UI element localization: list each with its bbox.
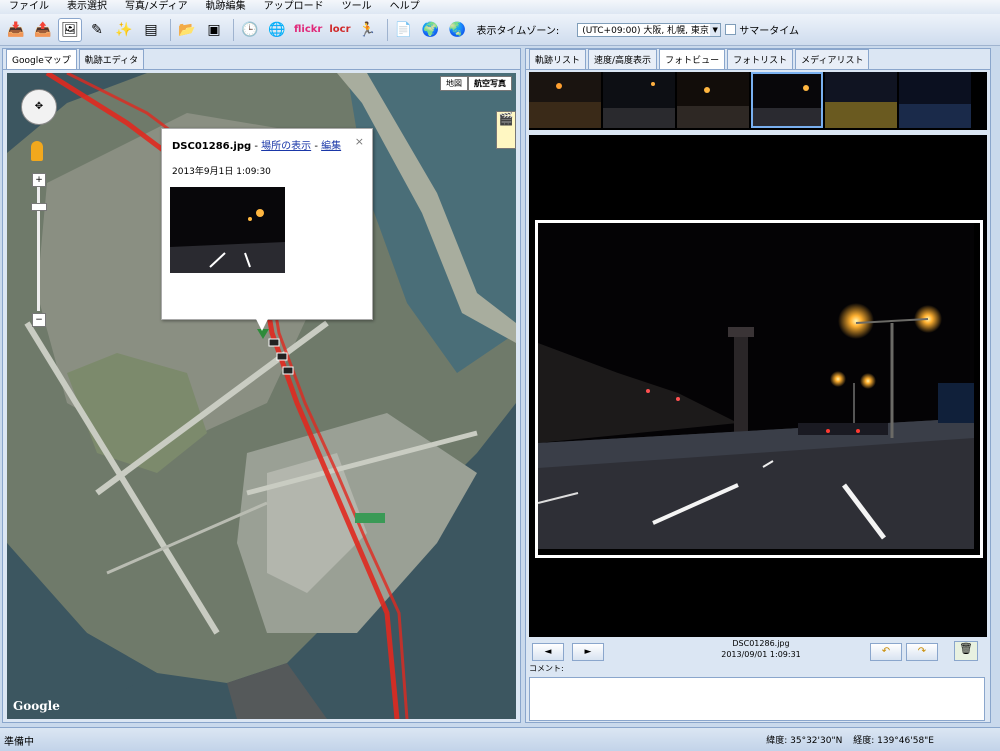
tab-media-list[interactable]: メディアリスト — [795, 49, 870, 69]
edit-icon[interactable]: ✎ — [85, 18, 109, 42]
latitude-readout: 緯度: 35°32'30"N — [766, 736, 843, 746]
photo-icon[interactable]: 🖼 — [58, 17, 82, 42]
timezone-value: (UTC+09:00) 大阪, 札幌, 東京 — [582, 25, 709, 36]
menu-bar: ファイル 表示選択 写真/メディア 軌跡編集 アップロード ツール ヘルプ — [0, 0, 1000, 14]
popup-title: DSC01286.jpg - 場所の表示 - 編集 — [172, 137, 341, 152]
night-road-thumbnail — [170, 187, 285, 273]
street-view-pegman-icon[interactable] — [31, 141, 43, 161]
menu-item[interactable]: 軌跡編集 — [197, 0, 255, 14]
rotate-right-icon[interactable]: ↷ — [906, 643, 938, 661]
tab-photo-list[interactable]: フォトリスト — [727, 49, 794, 69]
photo-filmstrip — [529, 72, 987, 130]
filmstrip-thumbnail[interactable] — [677, 72, 749, 128]
filmstrip-thumbnail[interactable] — [529, 72, 601, 128]
status-bar: 準備中 緯度: 35°32'30"N 経度: 139°46'58"E — [0, 727, 1000, 751]
comment-label: コメント: — [529, 664, 564, 673]
tab-track-editor[interactable]: 軌跡エディタ — [78, 49, 145, 69]
photo-datetime: 2013/09/01 1:09:31 — [721, 650, 801, 659]
tab-google-map[interactable]: Googleマップ — [6, 49, 77, 69]
summer-time-checkbox[interactable] — [725, 24, 737, 35]
toolbar-separator — [386, 18, 388, 41]
night-road-photo — [538, 223, 974, 549]
filmstrip-thumbnail-selected[interactable] — [751, 72, 823, 128]
rotate-left-icon[interactable]: ↶ — [870, 643, 902, 661]
image-icon[interactable]: ▣ — [202, 18, 226, 42]
map-panel: Googleマップ 軌跡エディタ 地図 航空写真 ✥ + − 🎬 Google … — [2, 48, 521, 723]
edit-link[interactable]: 編集 — [321, 141, 341, 152]
document-icon[interactable]: 📄 — [392, 18, 416, 42]
comment-input[interactable] — [529, 677, 985, 721]
google-earth-icon[interactable]: 🌍 — [419, 18, 443, 42]
wand-icon[interactable]: ✨ — [112, 18, 136, 42]
popup-photo-thumbnail[interactable] — [170, 187, 285, 273]
toolbar: 📥 📤 🖼 ✎ ✨ ▤ 📂 ▣ 🕒 🌐 flickr locr 🏃 📄 🌍 🌏 … — [0, 14, 1000, 46]
longitude-readout: 経度: 139°46'58"E — [853, 736, 934, 746]
menu-item[interactable]: ヘルプ — [381, 0, 429, 14]
chevron-down-icon[interactable]: ▼ — [710, 23, 721, 36]
right-tabs: 軌跡リスト 速度/高度表示 フォトビュー フォトリスト メディアリスト — [526, 49, 990, 70]
folder-icon[interactable]: 📂 — [175, 18, 199, 42]
popup-filename: DSC01286.jpg — [172, 141, 252, 152]
tab-photo-view[interactable]: フォトビュー — [659, 49, 726, 69]
globe-icon[interactable]: 🌐 — [265, 18, 289, 42]
status-text: 準備中 — [4, 737, 34, 748]
menu-item[interactable]: アップロード — [255, 0, 333, 14]
popup-date: 2013年9月1日 1:09:30 — [172, 167, 271, 177]
photo-panel: 軌跡リスト 速度/高度表示 フォトビュー フォトリスト メディアリスト ◄ ► … — [525, 48, 991, 723]
zoom-in-button[interactable]: + — [32, 173, 46, 187]
flickr-button[interactable]: flickr — [292, 18, 324, 42]
locr-button[interactable]: locr — [327, 18, 352, 42]
photo-display[interactable] — [535, 220, 983, 558]
photo-viewer[interactable] — [529, 135, 987, 637]
map-type-satellite-button[interactable]: 航空写真 — [468, 76, 512, 91]
menu-item[interactable]: 表示選択 — [58, 0, 116, 14]
trash-icon[interactable]: 🗑 — [954, 641, 978, 661]
runner-icon[interactable]: 🏃 — [356, 18, 380, 42]
close-icon[interactable]: × — [355, 135, 364, 148]
timezone-select[interactable]: (UTC+09:00) 大阪, 札幌, 東京 ▼ — [577, 22, 722, 37]
satellite-map[interactable]: 地図 航空写真 ✥ + − 🎬 Google DSC01286.jpg - 場所… — [7, 73, 516, 719]
previous-photo-button[interactable]: ◄ — [532, 643, 564, 661]
menu-item[interactable]: ツール — [333, 0, 381, 14]
filmstrip-thumbnail[interactable] — [899, 72, 971, 128]
filmstrip-thumbnail[interactable] — [603, 72, 675, 128]
toolbar-separator — [170, 18, 171, 41]
next-photo-button[interactable]: ► — [572, 643, 604, 661]
map-type-map-button[interactable]: 地図 — [440, 76, 468, 91]
import-icon[interactable]: 📥 — [4, 18, 28, 42]
clock-icon[interactable]: 🕒 — [238, 18, 262, 42]
earth-icon[interactable]: 🌏 — [446, 18, 470, 42]
google-logo: Google — [13, 699, 60, 713]
popup-pointer — [256, 319, 268, 331]
map-type-switch: 地図 航空写真 — [440, 76, 512, 91]
placemark-flag-icon[interactable]: 🎬 — [496, 111, 516, 149]
layers-icon[interactable]: ▤ — [139, 18, 163, 42]
menu-item[interactable]: 写真/メディア — [116, 0, 197, 14]
left-tabs: Googleマップ 軌跡エディタ — [3, 49, 520, 70]
pan-control-icon[interactable]: ✥ — [21, 89, 57, 125]
coordinates-readout: 緯度: 35°32'30"N 経度: 139°46'58"E — [758, 733, 934, 746]
filmstrip-thumbnail[interactable] — [825, 72, 897, 128]
popup-separator: - — [251, 141, 262, 152]
export-icon[interactable]: 📤 — [31, 18, 55, 42]
timezone-label: 表示タイムゾーン: — [476, 26, 560, 37]
show-location-link[interactable]: 場所の表示 — [261, 141, 311, 152]
photo-filename: DSC01286.jpg — [732, 639, 790, 648]
toolbar-separator — [233, 18, 234, 41]
menu-item[interactable]: ファイル — [0, 0, 58, 14]
summer-time-label: サマータイム — [739, 26, 800, 37]
zoom-out-button[interactable]: − — [32, 313, 46, 327]
popup-separator: - — [311, 141, 322, 152]
tab-speed-altitude[interactable]: 速度/高度表示 — [588, 49, 658, 69]
tab-track-list[interactable]: 軌跡リスト — [529, 49, 587, 69]
zoom-slider-handle[interactable] — [31, 203, 47, 211]
photo-info-popup: DSC01286.jpg - 場所の表示 - 編集 × 2013年9月1日 1:… — [161, 128, 373, 331]
